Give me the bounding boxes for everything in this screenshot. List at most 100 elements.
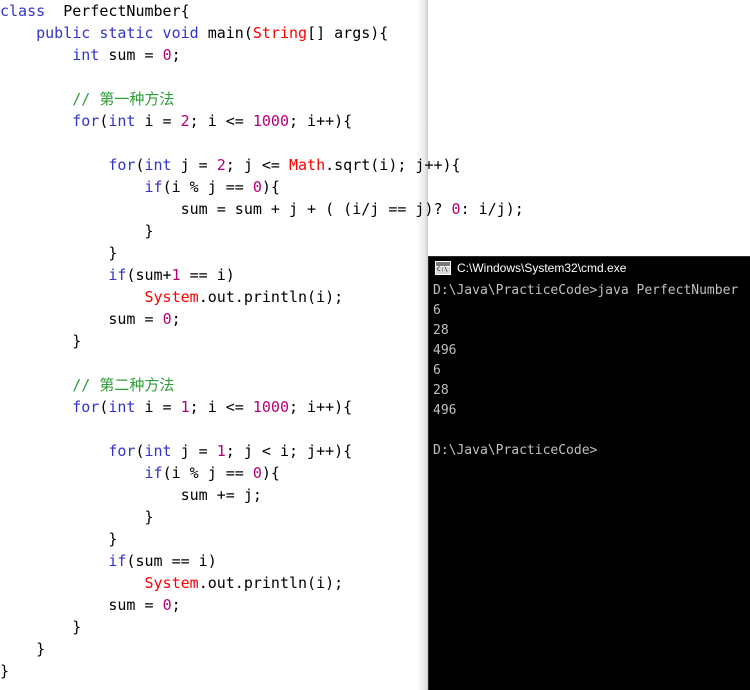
cmd-output-line: D:\Java\PracticeCode> [433,443,598,458]
code-token-pln: (i % j == [162,464,253,482]
code-token-kw: int [108,398,145,416]
code-token-pln: ( [135,442,145,460]
code-token-pln: .out.println(i); [198,288,344,306]
code-token-kw: if [144,464,163,482]
code-token-pln: } [0,244,118,262]
code-token-kw: for [72,398,100,416]
code-token-pln [0,112,72,130]
code-token-pln: ; [171,310,181,328]
code-line: // 第一种方法 [0,88,524,110]
code-token-pln: (sum == i) [126,552,217,570]
code-token-pln: ( [135,156,145,174]
code-token-kw: int [72,46,109,64]
code-token-num: 0 [252,178,262,196]
code-token-pln: ; i++){ [289,112,353,130]
code-line: for(int i = 2; i <= 1000; i++){ [0,110,524,132]
code-token-kw: if [144,178,163,196]
cmd-window-title: C:\Windows\System32\cmd.exe [457,261,627,275]
code-token-num: 2 [216,156,226,174]
code-token-pln [0,90,72,108]
code-token-pln: (i % j == [162,178,253,196]
code-line: int sum = 0; [0,44,524,66]
code-token-pln: i = [144,112,181,130]
code-token-pln: ){ [261,464,280,482]
code-token-num: 1 [180,398,190,416]
code-token-pln: i = [144,398,181,416]
code-token-pln [0,398,72,416]
code-token-pln: sum = [0,596,163,614]
code-token-cmt: // 第二种方法 [72,376,175,394]
code-token-num: 1000 [252,398,289,416]
code-token-pln: sum = sum + j + ( (i/j == j)? [0,200,452,218]
code-token-kw: public static void [36,24,208,42]
code-token-pln: .sqrt(i); j++){ [325,156,461,174]
cmd-output-line: 496 [433,403,457,418]
code-token-pln: ; [171,596,181,614]
code-token-pln: main( [207,24,253,42]
cmd-output-line: 28 [433,323,449,338]
code-token-kw: for [108,156,136,174]
code-token-pln: ; i <= [189,112,253,130]
code-token-kw: for [108,442,136,460]
code-token-type: String [252,24,308,42]
code-token-kw: int [144,442,181,460]
code-token-kw: int [108,112,145,130]
code-token-type: System [144,574,199,592]
code-token-pln: ; i <= [189,398,253,416]
code-token-pln: == i) [180,266,235,284]
code-line: sum = sum + j + ( (i/j == j)? 0: i/j); [0,198,524,220]
cmd-console-icon [435,261,451,275]
code-token-num: 1000 [252,112,289,130]
code-token-pln [0,156,108,174]
cmd-title-bar[interactable]: C:\Windows\System32\cmd.exe [429,257,750,279]
code-token-pln [0,574,145,592]
code-token-pln: } [0,508,154,526]
code-token-pln: ; j < i; j++){ [225,442,353,460]
code-token-pln [0,178,145,196]
cmd-output-area[interactable]: D:\Java\PracticeCode>java PerfectNumber 6… [429,279,750,461]
code-token-num: 0 [252,464,262,482]
code-token-kw: int [144,156,181,174]
code-token-pln [0,464,145,482]
code-line: class PerfectNumber{ [0,0,524,22]
code-token-type: Math [289,156,326,174]
code-token-pln: [] args){ [307,24,389,42]
code-token-pln: j = [180,442,217,460]
code-token-pln: PerfectNumber{ [54,2,190,20]
code-token-pln: sum += j; [0,486,262,504]
cmd-output-line: 28 [433,383,449,398]
code-line: for(int j = 2; j <= Math.sqrt(i); j++){ [0,154,524,176]
code-token-pln [0,266,108,284]
code-token-kw: if [108,552,127,570]
code-token-pln [0,46,72,64]
code-token-num: 1 [216,442,226,460]
cmd-output-line [433,421,750,441]
code-token-pln: } [0,618,82,636]
code-token-pln: } [0,662,10,680]
cmd-output-line: D:\Java\PracticeCode>java PerfectNumber [433,283,739,298]
code-token-pln: sum = [0,310,163,328]
code-token-kw: if [108,266,127,284]
code-token-pln [0,24,36,42]
code-token-num: 0 [162,596,172,614]
code-token-pln: ){ [261,178,280,196]
cmd-output-line: 6 [433,303,441,318]
code-token-pln: ; i++){ [289,398,353,416]
code-line: if(i % j == 0){ [0,176,524,198]
code-token-pln [0,288,145,306]
code-token-num: 0 [162,46,172,64]
code-token-pln [0,376,72,394]
code-line: } [0,220,524,242]
code-token-type: System [144,288,199,306]
code-token-pln: (sum+ [126,266,172,284]
code-token-kw: class [0,2,55,20]
cmd-output-line: 496 [433,343,457,358]
cmd-console-window[interactable]: C:\Windows\System32\cmd.exe D:\Java\Prac… [428,256,750,690]
code-token-num: 0 [162,310,172,328]
code-token-pln: } [0,332,82,350]
code-token-pln [0,552,108,570]
code-token-pln: } [0,530,118,548]
code-token-pln: sum = [108,46,163,64]
